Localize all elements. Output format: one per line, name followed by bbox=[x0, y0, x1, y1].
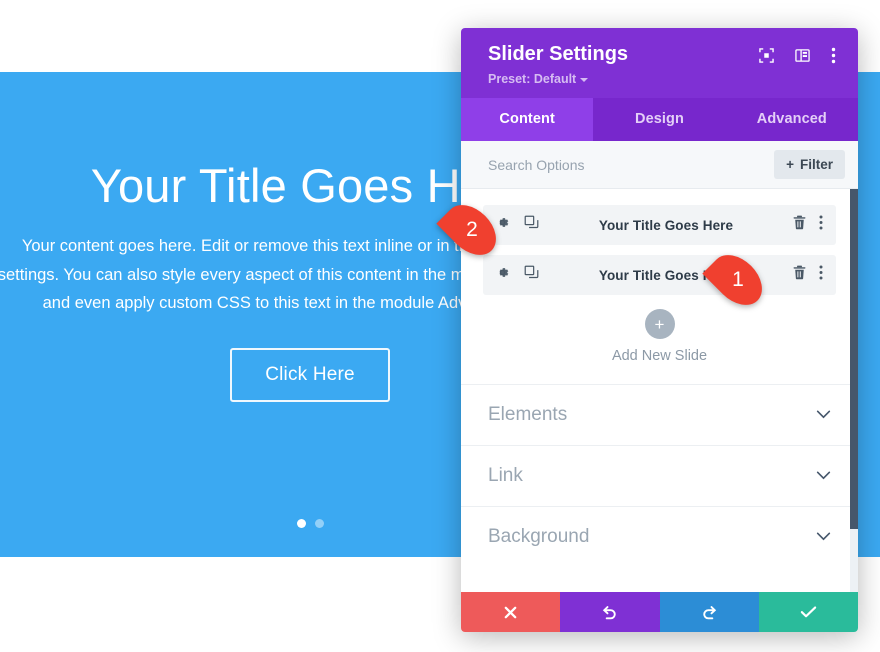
redo-button[interactable] bbox=[659, 592, 759, 632]
modal-tabs: Content Design Advanced bbox=[461, 98, 858, 141]
slide-row-2[interactable]: Your Title Goes Here bbox=[483, 255, 836, 295]
undo-icon bbox=[603, 605, 617, 619]
add-new-slide-button[interactable]: + Add New Slide bbox=[461, 305, 858, 384]
more-vertical-icon[interactable] bbox=[831, 47, 836, 64]
chevron-down-icon bbox=[816, 467, 831, 485]
scrollbar-thumb[interactable] bbox=[850, 189, 858, 529]
chevron-down-icon bbox=[816, 406, 831, 424]
modal-header: Slider Settings Preset: Default bbox=[461, 28, 858, 98]
plus-icon: + bbox=[644, 309, 675, 339]
expand-focus-icon[interactable] bbox=[759, 48, 774, 63]
screen: Your Title Goes Here Your content goes h… bbox=[0, 0, 880, 652]
redo-icon bbox=[702, 605, 716, 619]
preset-label: Preset: Default bbox=[488, 72, 577, 86]
plus-icon: + bbox=[786, 157, 794, 172]
callout-badge-2-number: 2 bbox=[466, 218, 478, 241]
slide-1-title: Your Title Goes Here bbox=[598, 217, 734, 233]
search-input[interactable] bbox=[488, 156, 775, 173]
callout-badge-1: 1 bbox=[702, 245, 772, 315]
slide-1-trash-icon[interactable] bbox=[793, 215, 806, 235]
slide-row-1[interactable]: Your Title Goes Here bbox=[483, 205, 836, 245]
check-icon bbox=[800, 606, 817, 618]
slide-2-duplicate-icon[interactable] bbox=[524, 265, 539, 285]
search-bar: + Filter bbox=[461, 141, 858, 189]
preset-selector[interactable]: Preset: Default bbox=[488, 72, 628, 86]
close-icon bbox=[504, 606, 517, 618]
tab-content[interactable]: Content bbox=[461, 98, 594, 141]
pagination-dot-2[interactable] bbox=[314, 519, 324, 528]
tab-advanced[interactable]: Advanced bbox=[726, 98, 858, 141]
slide-1-duplicate-icon[interactable] bbox=[524, 215, 539, 235]
slide-2-trash-icon[interactable] bbox=[793, 265, 806, 285]
slide-2-more-vertical-icon[interactable] bbox=[819, 265, 823, 285]
pagination-dot-1[interactable] bbox=[296, 519, 306, 528]
accordion-elements[interactable]: Elements bbox=[461, 384, 858, 445]
slide-cta-button[interactable]: Click Here bbox=[230, 348, 390, 403]
undo-button[interactable] bbox=[560, 592, 660, 632]
slider-settings-modal: Slider Settings Preset: Default Content … bbox=[461, 28, 858, 632]
cancel-button[interactable] bbox=[461, 592, 561, 632]
tab-design[interactable]: Design bbox=[593, 98, 725, 141]
add-new-slide-label: Add New Slide bbox=[611, 348, 708, 364]
chevron-down-icon bbox=[580, 78, 589, 82]
slides-list: Your Title Goes Here Your Title Goes Her… bbox=[461, 189, 858, 295]
accordion-link[interactable]: Link bbox=[461, 445, 858, 506]
filter-button[interactable]: + Filter bbox=[774, 150, 845, 179]
save-button[interactable] bbox=[758, 592, 858, 632]
panel-layout-icon[interactable] bbox=[795, 48, 810, 63]
filter-button-label: Filter bbox=[799, 157, 833, 172]
chevron-down-icon bbox=[816, 528, 831, 546]
modal-footer bbox=[461, 592, 858, 632]
callout-badge-2: 2 bbox=[436, 195, 506, 265]
accordion-background-label: Background bbox=[488, 526, 590, 547]
slide-2-settings-icon[interactable] bbox=[495, 265, 510, 285]
accordion-background[interactable]: Background bbox=[461, 506, 858, 567]
modal-body: Your Title Goes Here Your Title Goes Her… bbox=[461, 189, 858, 592]
accordion-link-label: Link bbox=[488, 465, 523, 486]
modal-title: Slider Settings bbox=[488, 43, 629, 65]
scrollbar-track[interactable] bbox=[850, 189, 858, 592]
callout-badge-1-number: 1 bbox=[732, 268, 744, 291]
accordion-elements-label: Elements bbox=[488, 404, 568, 425]
slide-1-more-vertical-icon[interactable] bbox=[819, 215, 823, 235]
